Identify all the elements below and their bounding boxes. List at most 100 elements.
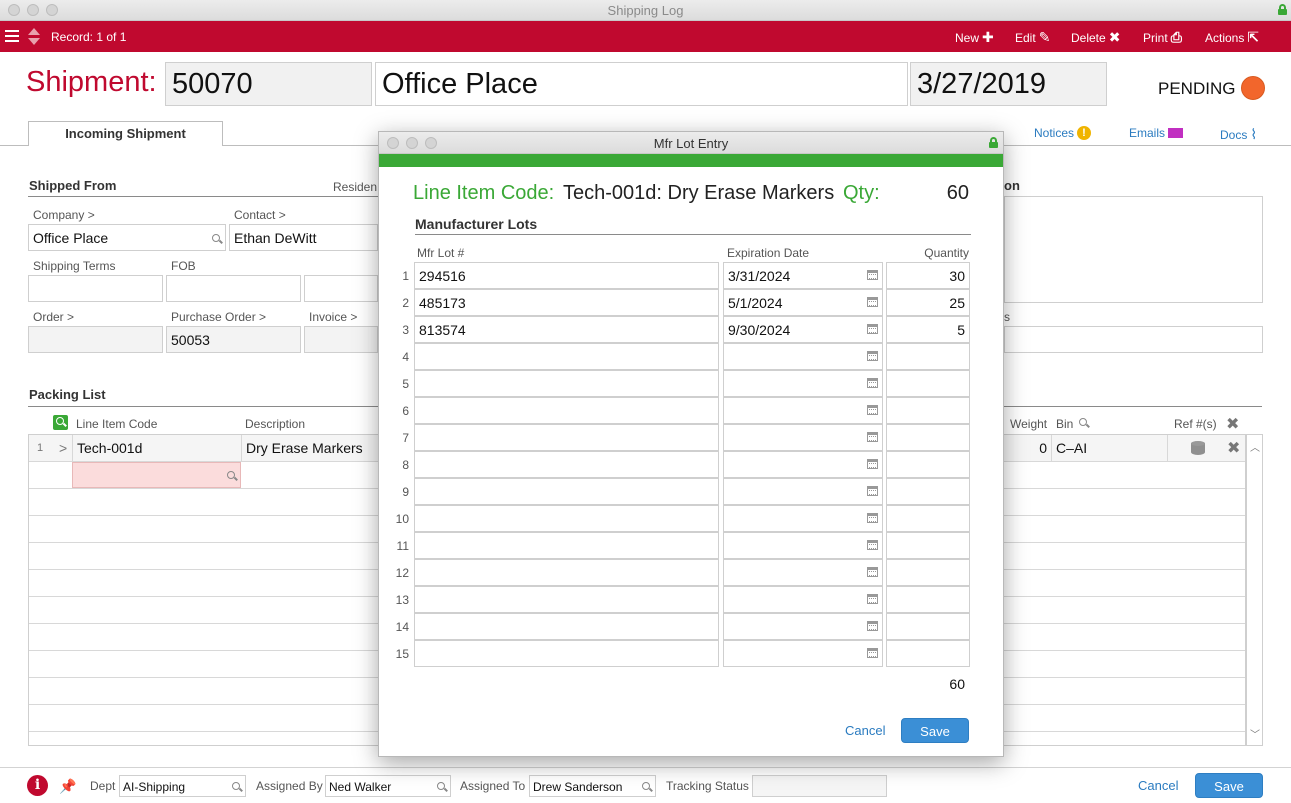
database-icon[interactable] (1191, 441, 1205, 456)
quantity-input[interactable] (886, 505, 970, 532)
purchase-order-label[interactable]: Purchase Order > (171, 310, 266, 324)
expiration-date-input[interactable] (723, 451, 883, 478)
assigned-by-field[interactable]: Ned Walker (325, 775, 451, 797)
tab-incoming-shipment[interactable]: Incoming Shipment (28, 121, 223, 146)
contact-label[interactable]: Contact > (234, 208, 286, 222)
menu-icon[interactable] (5, 30, 19, 42)
packing-search-button[interactable] (53, 415, 68, 430)
expiration-date-input[interactable]: 5/1/2024 (723, 289, 883, 316)
calendar-icon[interactable] (867, 513, 878, 523)
expiration-date-input[interactable]: 3/31/2024 (723, 262, 883, 289)
calendar-icon[interactable] (867, 594, 878, 604)
calendar-icon[interactable] (867, 432, 878, 442)
mfr-lot-input[interactable]: 813574 (414, 316, 719, 343)
shipment-number-field[interactable]: 50070 (165, 62, 372, 106)
new-button[interactable]: New ✚ (955, 29, 994, 46)
pin-icon[interactable]: 📌 (59, 778, 76, 795)
mfr-lot-input[interactable] (414, 613, 719, 640)
quantity-input[interactable]: 25 (886, 289, 970, 316)
mfr-lot-input[interactable] (414, 424, 719, 451)
mfr-lot-input[interactable] (414, 478, 719, 505)
save-button[interactable]: Save (1195, 773, 1263, 798)
expiration-date-input[interactable] (723, 640, 883, 667)
bin-cell[interactable]: C–AI (1051, 435, 1168, 461)
calendar-icon[interactable] (867, 378, 878, 388)
record-navigate-icon[interactable] (27, 28, 41, 46)
calendar-icon[interactable] (867, 540, 878, 550)
quantity-input[interactable]: 5 (886, 316, 970, 343)
quantity-input[interactable] (886, 478, 970, 505)
company-label[interactable]: Company > (33, 208, 95, 222)
quantity-input[interactable] (886, 370, 970, 397)
mfr-lot-input[interactable] (414, 370, 719, 397)
purchase-order-field[interactable]: 50053 (166, 326, 301, 353)
mfr-lot-input[interactable] (414, 397, 719, 424)
calendar-icon[interactable] (867, 351, 878, 361)
invoice-field[interactable] (304, 326, 378, 353)
clear-column-icon[interactable]: ✖ (1226, 414, 1239, 434)
search-icon[interactable] (227, 471, 238, 481)
calendar-icon[interactable] (867, 405, 878, 415)
quantity-input[interactable] (886, 343, 970, 370)
mfr-lot-input[interactable] (414, 532, 719, 559)
quantity-input[interactable] (886, 559, 970, 586)
extra-field[interactable] (304, 275, 378, 302)
dialog-cancel-button[interactable]: Cancel (845, 723, 885, 738)
right-field[interactable] (1004, 326, 1263, 353)
actions-button[interactable]: Actions ⇱ (1205, 29, 1259, 46)
quantity-input[interactable] (886, 397, 970, 424)
search-icon[interactable] (642, 782, 653, 792)
expiration-date-input[interactable] (723, 613, 883, 640)
expiration-date-input[interactable] (723, 478, 883, 505)
delete-button[interactable]: Delete ✖ (1071, 29, 1120, 46)
mfr-lot-input[interactable] (414, 343, 719, 370)
calendar-icon[interactable] (867, 324, 878, 334)
calendar-icon[interactable] (867, 297, 878, 307)
scroll-up-icon[interactable]: ︿ (1250, 439, 1260, 454)
calendar-icon[interactable] (867, 270, 878, 280)
shipping-terms-field[interactable] (28, 275, 163, 302)
calendar-icon[interactable] (867, 567, 878, 577)
invoice-label[interactable]: Invoice > (309, 310, 357, 324)
order-label[interactable]: Order > (33, 310, 74, 324)
dept-field[interactable]: AI-Shipping (119, 775, 246, 797)
mfr-lot-input[interactable] (414, 586, 719, 613)
bin-search-icon[interactable] (1079, 418, 1090, 428)
calendar-icon[interactable] (867, 648, 878, 658)
notices-link[interactable]: Notices ! (1034, 126, 1092, 140)
expand-row-icon[interactable]: > (55, 435, 71, 461)
mfr-lot-input[interactable] (414, 640, 719, 667)
expiration-date-input[interactable] (723, 505, 883, 532)
calendar-icon[interactable] (867, 459, 878, 469)
quantity-input[interactable] (886, 424, 970, 451)
expiration-date-input[interactable] (723, 586, 883, 613)
search-icon[interactable] (437, 782, 448, 792)
scroll-down-icon[interactable]: ﹀ (1250, 726, 1260, 741)
calendar-icon[interactable] (867, 486, 878, 496)
line-item-code-cell[interactable]: Tech-001d (72, 435, 241, 461)
quantity-input[interactable] (886, 532, 970, 559)
company-field[interactable]: Office Place (28, 224, 226, 251)
expiration-date-input[interactable] (723, 532, 883, 559)
expiration-date-input[interactable] (723, 343, 883, 370)
mfr-lot-input[interactable]: 294516 (414, 262, 719, 289)
docs-link[interactable]: Docs ⌇ (1220, 126, 1257, 143)
emails-link[interactable]: Emails (1129, 126, 1184, 140)
mfr-lot-input[interactable] (414, 505, 719, 532)
info-icon[interactable]: i (27, 775, 48, 796)
dialog-save-button[interactable]: Save (901, 718, 969, 743)
contact-field[interactable]: Ethan DeWitt (229, 224, 378, 251)
search-icon[interactable] (232, 782, 243, 792)
expiration-date-input[interactable] (723, 559, 883, 586)
calendar-icon[interactable] (867, 621, 878, 631)
quantity-input[interactable] (886, 640, 970, 667)
search-icon[interactable] (212, 234, 223, 244)
quantity-input[interactable] (886, 586, 970, 613)
quantity-input[interactable] (886, 451, 970, 478)
cancel-button[interactable]: Cancel (1138, 778, 1178, 793)
tracking-status-field[interactable] (752, 775, 887, 797)
weight-cell[interactable]: 0 (1004, 435, 1051, 461)
assigned-to-field[interactable]: Drew Sanderson (529, 775, 656, 797)
shipment-date-field[interactable]: 3/27/2019 (910, 62, 1107, 106)
mfr-lot-input[interactable] (414, 451, 719, 478)
